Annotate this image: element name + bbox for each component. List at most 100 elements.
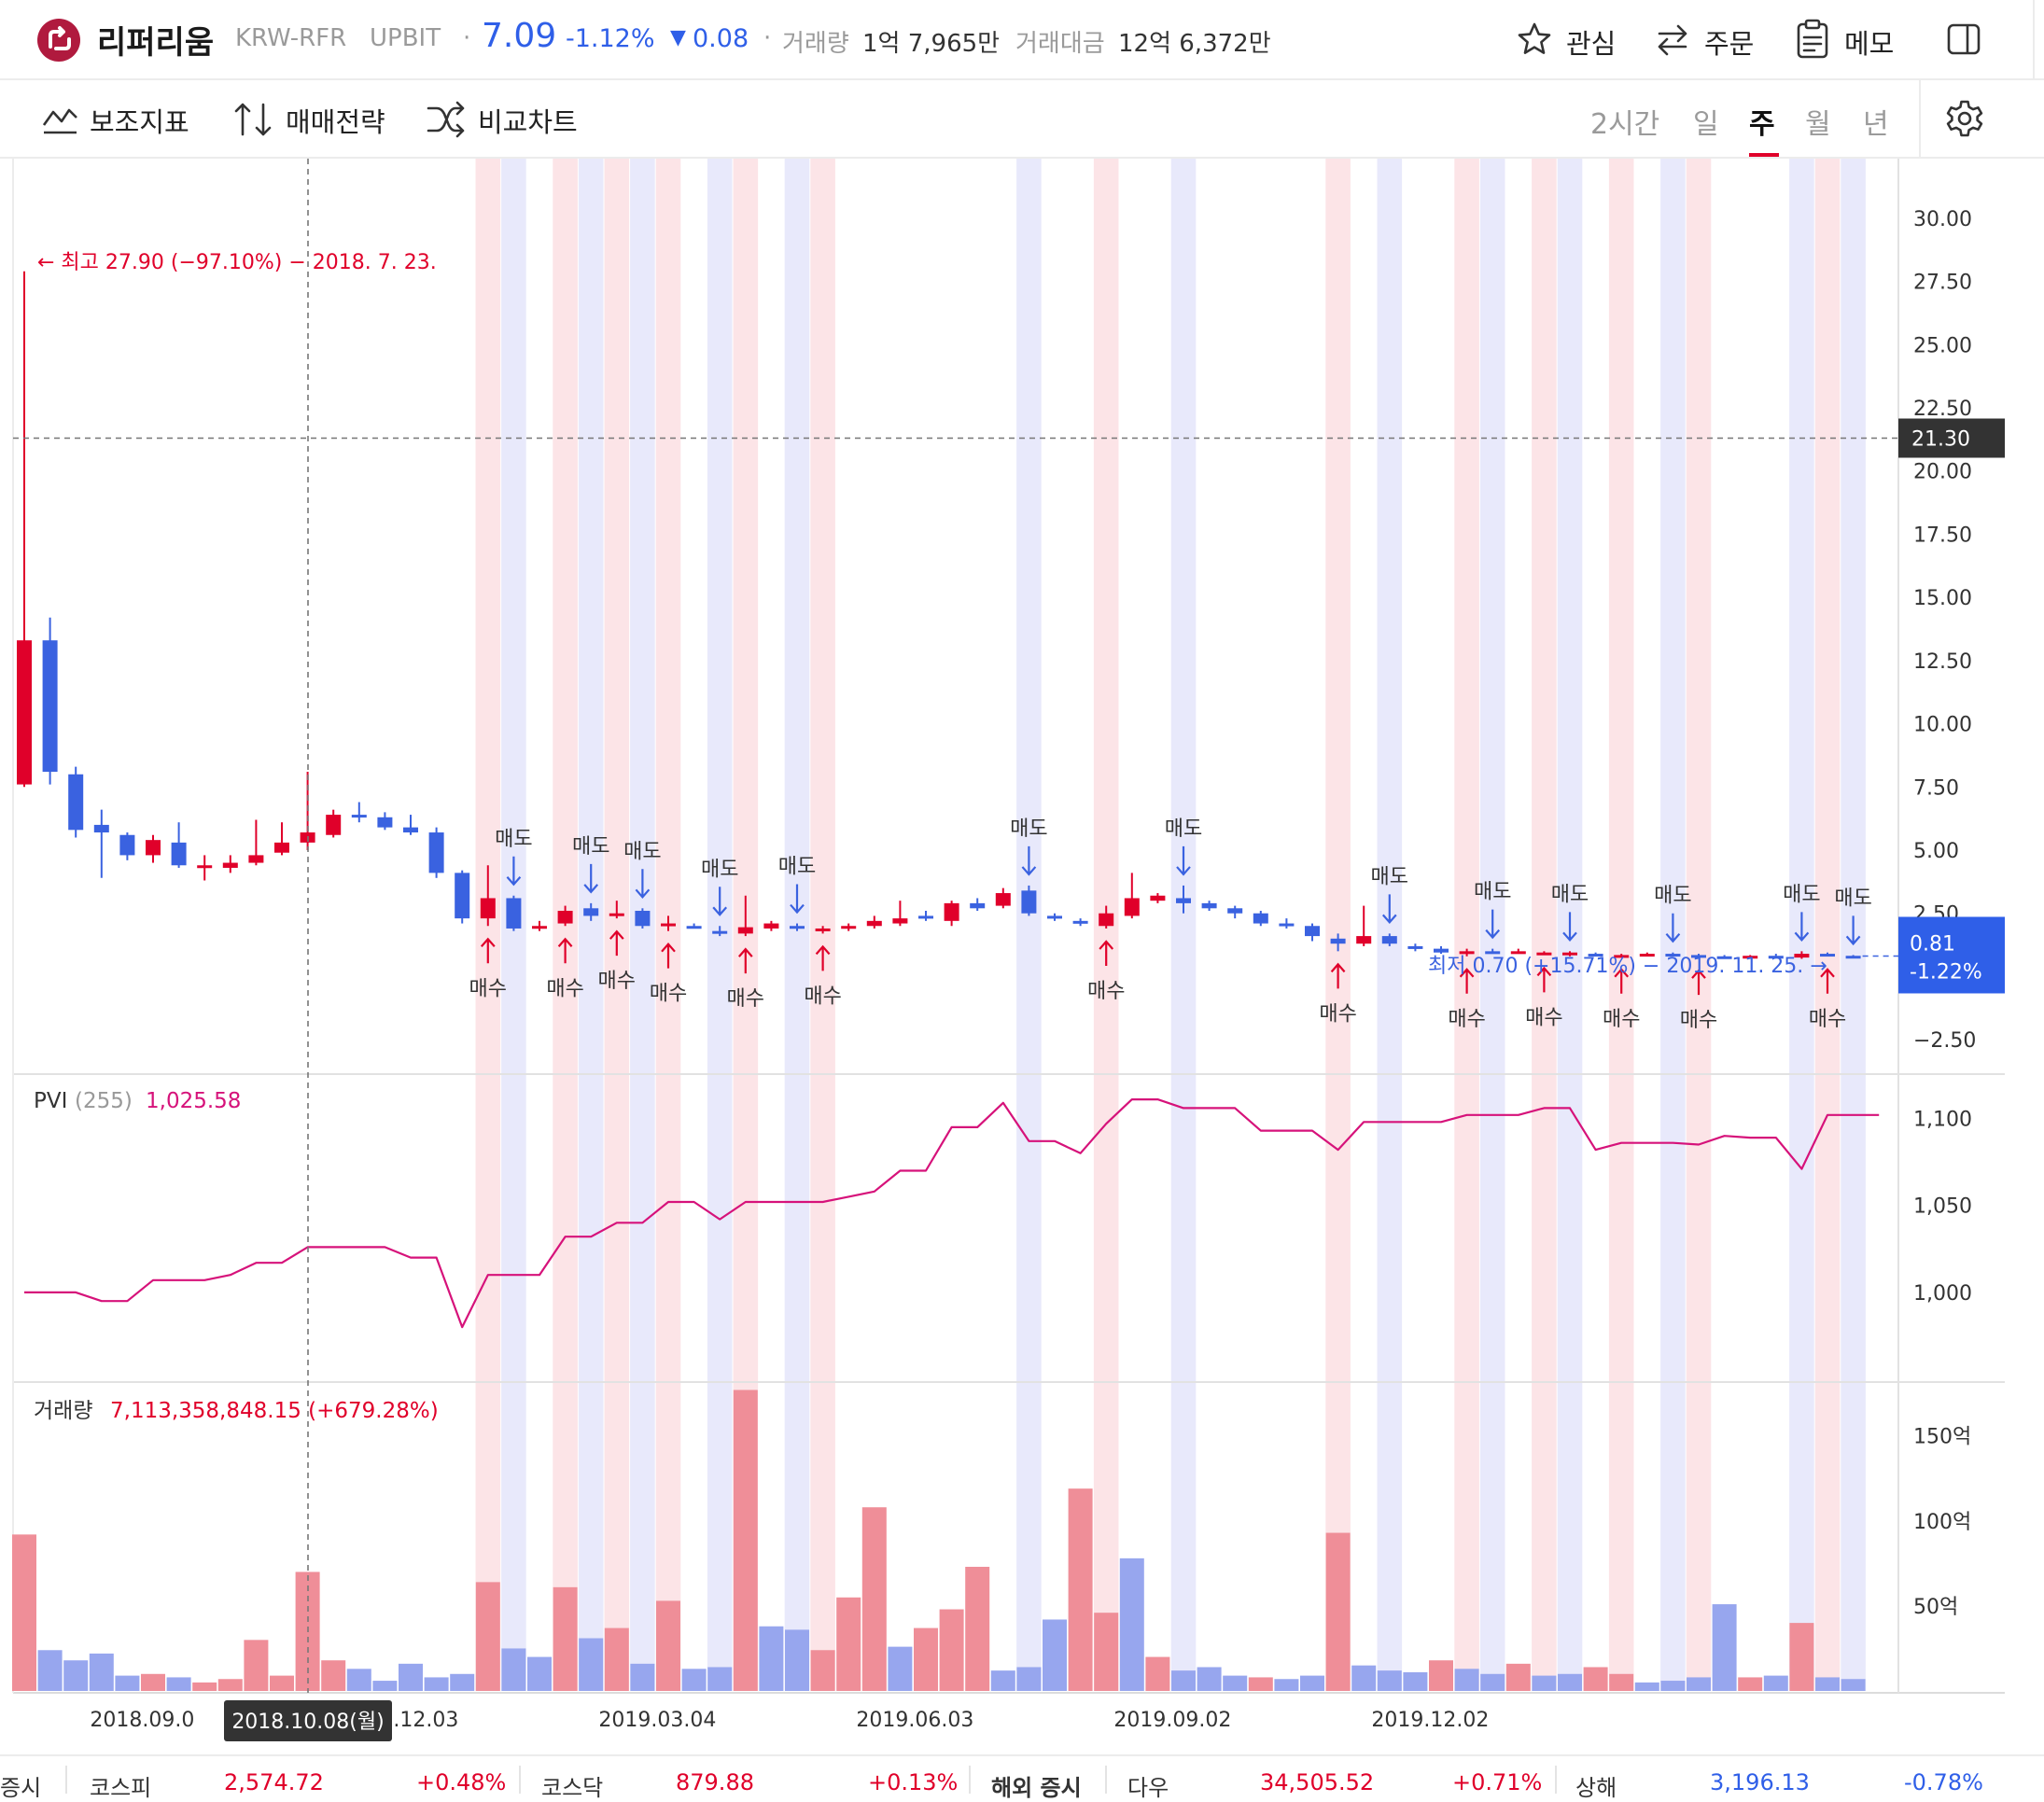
- volume-bar: [836, 1597, 861, 1691]
- candle-body: [661, 923, 676, 927]
- candle-body: [1305, 926, 1320, 937]
- candle: [918, 911, 933, 921]
- ticker-dow-name[interactable]: 다우: [1127, 1769, 1169, 1802]
- candle-body: [455, 873, 470, 919]
- volume-bar: [63, 1660, 89, 1691]
- candle-body: [1459, 951, 1475, 955]
- x-tick-label: 2019.12.02: [1371, 1709, 1489, 1732]
- candle-body: [171, 842, 187, 866]
- candle: [68, 766, 84, 838]
- volume-label: 거래량: [782, 30, 849, 58]
- volume-bar: [1119, 1558, 1144, 1691]
- buy-label: 매수: [1809, 1008, 1846, 1031]
- chart-app: 리퍼리움 KRW-RFR UPBIT · 7.09 -1.12% ▼ 0.08 …: [0, 0, 2044, 1802]
- ticker-kospi-change: +0.48%: [416, 1769, 507, 1795]
- gear-icon[interactable]: [1945, 99, 1984, 138]
- candle-body: [222, 862, 238, 868]
- buy-label: 매수: [1319, 1002, 1356, 1026]
- candle: [763, 920, 779, 931]
- candle-body: [1150, 895, 1166, 901]
- volume-bar: [1068, 1488, 1093, 1691]
- volume-bar: [990, 1670, 1015, 1691]
- ticker-kosdaq-name[interactable]: 코스닥: [541, 1769, 603, 1802]
- price-tick-label: 5.00: [1913, 840, 1959, 863]
- price-tick-label: 22.50: [1913, 398, 1972, 421]
- volume-bar: [888, 1646, 913, 1691]
- interval-year[interactable]: 년: [1863, 101, 1889, 142]
- candle: [326, 809, 342, 838]
- candle: [274, 822, 289, 856]
- candle-body: [480, 898, 496, 919]
- price-tick-label: −2.50: [1913, 1029, 1976, 1053]
- candle: [1305, 923, 1320, 942]
- candle-body: [1099, 913, 1114, 927]
- sell-label: 매도: [778, 856, 816, 879]
- indicator-chart-icon: [42, 108, 77, 134]
- candle-body: [1227, 908, 1243, 914]
- candle: [1072, 918, 1088, 927]
- ticker-divider: [1105, 1766, 1107, 1794]
- candle-body: [1021, 890, 1037, 914]
- coin-name[interactable]: 리퍼리움: [97, 17, 214, 63]
- volume-bar: [1660, 1681, 1686, 1691]
- candle: [222, 855, 238, 873]
- chart-canvas[interactable]: 매수 매도매수 매도매수 매도매수 매도매수 매도매수 매도매수 매도매수 매도매수 매도매수 매도…: [0, 159, 2044, 1754]
- price-tick-label: 15.00: [1913, 587, 1972, 610]
- candle: [1227, 905, 1243, 919]
- interval-month[interactable]: 월: [1805, 101, 1831, 142]
- candle-body: [815, 928, 831, 931]
- buy-label: 매수: [469, 977, 507, 1000]
- volume-bar: [1429, 1660, 1453, 1691]
- candle-body: [351, 815, 367, 818]
- candle: [171, 822, 187, 868]
- ticker-shanghai-name[interactable]: 상해: [1575, 1769, 1617, 1802]
- volume-bar: [1841, 1679, 1866, 1691]
- candle: [1124, 873, 1140, 919]
- candle-body: [944, 902, 959, 921]
- sell-label: 매도: [701, 858, 738, 881]
- x-tick-label: 2019.09.02: [1113, 1709, 1231, 1732]
- candle-body: [970, 902, 986, 909]
- volume-bar: [217, 1679, 243, 1691]
- candle-body: [1407, 945, 1423, 949]
- candle-body: [583, 908, 599, 916]
- interval-day[interactable]: 일: [1693, 101, 1719, 142]
- volume-bar: [914, 1627, 938, 1691]
- volume-bar: [399, 1663, 423, 1691]
- ticker-kospi-name[interactable]: 코스피: [90, 1769, 151, 1802]
- interval-2h[interactable]: 2시간: [1590, 101, 1659, 142]
- price-tick-label: 30.00: [1913, 208, 1972, 231]
- volume-bar: [1815, 1677, 1840, 1691]
- volume-value: 1억 7,965만: [862, 30, 1001, 58]
- candle-body: [635, 911, 651, 927]
- candle: [1434, 945, 1449, 955]
- volume-bar: [346, 1669, 371, 1691]
- ticker-global-label: 해외 증시: [991, 1775, 1082, 1801]
- buy-label: 매수: [546, 977, 583, 1000]
- volume-bar: [1351, 1665, 1377, 1691]
- sell-label: 매도: [1654, 885, 1691, 908]
- candle-body: [1124, 898, 1140, 916]
- buy-label: 매수: [1603, 1008, 1640, 1031]
- volume-bar: [1300, 1675, 1324, 1691]
- buy-signal-band: [1325, 159, 1351, 1691]
- price-tick-label: 25.00: [1913, 334, 1972, 357]
- candle: [532, 920, 547, 931]
- volume-bar: [424, 1677, 449, 1691]
- volume-bar: [1145, 1656, 1170, 1691]
- side-panel-icon[interactable]: [1945, 21, 1982, 58]
- volume-last-value: 7,113,358,848.15 (+679.28%): [110, 1399, 439, 1423]
- candle-body: [146, 840, 161, 856]
- separator-dot-2: ·: [763, 24, 772, 52]
- candle-body: [609, 913, 624, 916]
- volume-bar: [1094, 1613, 1119, 1691]
- ticker-shanghai-value: 3,196.13: [1710, 1769, 1810, 1795]
- indicator-label: 보조지표: [90, 106, 189, 138]
- candle-body: [712, 930, 728, 934]
- buy-signal-band: [1454, 159, 1479, 1691]
- candle: [944, 901, 959, 927]
- candle: [197, 855, 213, 881]
- volume-bar: [450, 1673, 475, 1691]
- change-amount: 0.08: [693, 24, 749, 53]
- interval-week[interactable]: 주: [1749, 101, 1775, 142]
